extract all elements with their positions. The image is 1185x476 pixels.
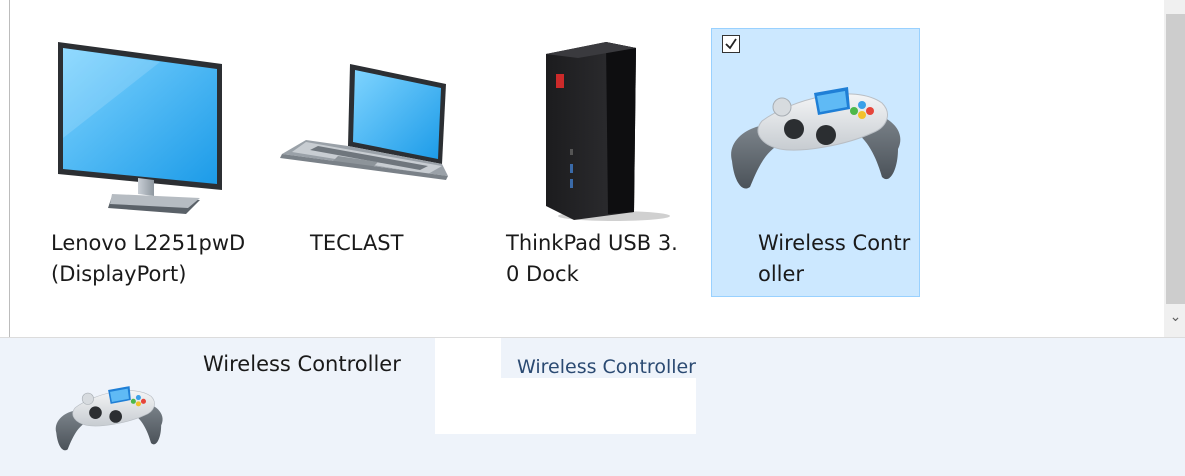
devices-pane: Lenovo L2251pwD(DisplayPort) TECLAST Thi… <box>0 0 1185 337</box>
device-label: TECLAST <box>310 231 404 255</box>
scroll-down-button[interactable]: ⌄ <box>1166 306 1185 328</box>
details-blank-area <box>435 378 696 434</box>
device-item-dock[interactable]: ThinkPad USB 3.0 Dock <box>494 0 684 300</box>
laptop-icon <box>280 64 448 180</box>
details-pane: Wireless Controller Wireless Controller <box>0 338 1185 476</box>
pane-left-border <box>9 0 10 337</box>
device-label: Wireless Controller <box>758 231 911 286</box>
details-model-value: Wireless Controller <box>517 356 696 378</box>
device-label: Lenovo L2251pwD(DisplayPort) <box>51 231 246 286</box>
check-icon <box>725 38 737 50</box>
device-item-laptop[interactable]: TECLAST <box>268 0 458 300</box>
details-blank-area <box>435 338 501 378</box>
device-item-controller[interactable]: Wireless Controller <box>711 28 920 297</box>
gamepad-icon <box>731 87 901 189</box>
monitor-icon <box>58 42 222 214</box>
gamepad-icon <box>55 386 163 451</box>
scrollbar-thumb[interactable] <box>1166 14 1185 304</box>
dock-icon <box>546 42 670 221</box>
details-device-name: Wireless Controller <box>203 352 401 376</box>
device-checkbox[interactable] <box>722 35 740 53</box>
device-label: ThinkPad USB 3.0 Dock <box>506 231 678 286</box>
device-item-monitor[interactable]: Lenovo L2251pwD(DisplayPort) <box>40 0 250 300</box>
